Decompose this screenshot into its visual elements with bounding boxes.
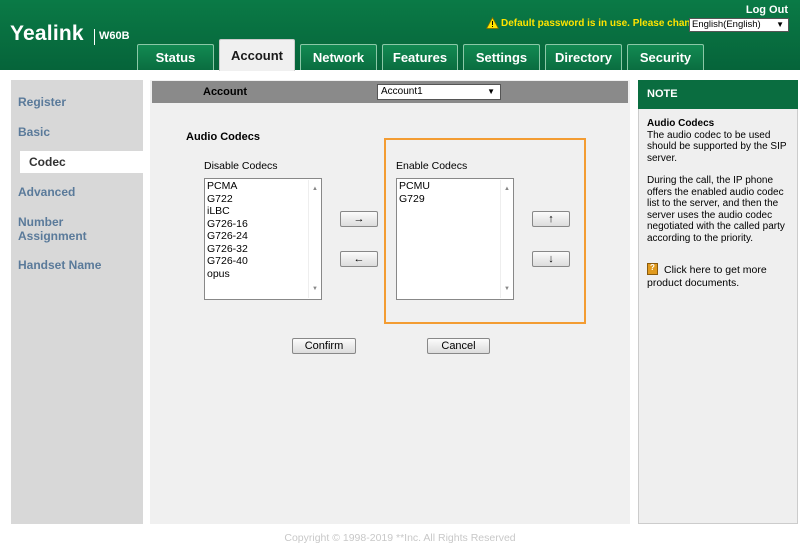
move-right-button[interactable]: → bbox=[340, 211, 378, 227]
list-item[interactable]: PCMA bbox=[207, 180, 321, 193]
list-item[interactable]: G722 bbox=[207, 193, 321, 206]
sidebar-item-basic[interactable]: Basic bbox=[18, 125, 50, 139]
tab-features[interactable]: Features bbox=[382, 44, 458, 70]
enabled-codecs-list[interactable]: PCMU G729 ▲ ▼ bbox=[396, 178, 514, 300]
move-down-button[interactable]: ↓ bbox=[532, 251, 570, 267]
note-title: Audio Codecs bbox=[647, 118, 715, 129]
disable-codecs-title: Disable Codecs bbox=[204, 160, 278, 172]
sidebar-item-register[interactable]: Register bbox=[18, 95, 66, 109]
copyright-footer: Copyright © 1998-2019 **Inc. All Rights … bbox=[284, 532, 516, 544]
list-item[interactable]: G729 bbox=[399, 193, 513, 206]
disabled-codecs-list[interactable]: PCMA G722 iLBC G726-16 G726-24 G726-32 G726-40… bbox=[204, 178, 322, 300]
note-paragraph-2: During the call, the IP phone offers the… bbox=[647, 175, 785, 244]
logo-divider bbox=[94, 29, 95, 45]
tab-directory[interactable]: Directory bbox=[545, 44, 622, 70]
language-select[interactable]: English(English) ▼ bbox=[689, 18, 789, 32]
move-up-button[interactable]: ↑ bbox=[532, 211, 570, 227]
move-left-button[interactable]: ← bbox=[340, 251, 378, 267]
warning-icon bbox=[486, 17, 499, 29]
scroll-up-icon[interactable]: ▲ bbox=[312, 183, 318, 196]
model-label: W60B bbox=[99, 30, 130, 42]
chevron-down-icon: ▼ bbox=[487, 87, 495, 96]
list-item[interactable]: iLBC bbox=[207, 205, 321, 218]
account-select-value: Account1 bbox=[381, 86, 423, 97]
help-document-icon bbox=[647, 262, 658, 275]
list-scrollbar[interactable]: ▲ ▼ bbox=[308, 180, 320, 298]
tab-settings[interactable]: Settings bbox=[463, 44, 540, 70]
list-item[interactable]: opus bbox=[207, 268, 321, 281]
note-header: NOTE bbox=[638, 80, 798, 109]
tab-status[interactable]: Status bbox=[137, 44, 214, 70]
list-item[interactable]: G726-16 bbox=[207, 218, 321, 231]
product-documents-text: Click here to get more product documents… bbox=[647, 264, 767, 289]
scroll-down-icon[interactable]: ▼ bbox=[312, 283, 318, 296]
account-label: Account bbox=[203, 86, 247, 98]
account-select[interactable]: Account1 ▼ bbox=[377, 84, 501, 100]
chevron-down-icon: ▼ bbox=[776, 20, 784, 29]
list-item[interactable]: G726-32 bbox=[207, 243, 321, 256]
tab-network[interactable]: Network bbox=[300, 44, 377, 70]
confirm-button[interactable]: Confirm bbox=[292, 338, 356, 354]
list-scrollbar[interactable]: ▲ ▼ bbox=[500, 180, 512, 298]
note-paragraph-1: The audio codec to be used should be sup… bbox=[647, 129, 787, 164]
note-body: Audio Codecs The audio codec to be used … bbox=[647, 118, 792, 244]
list-item[interactable]: G726-40 bbox=[207, 255, 321, 268]
tab-security[interactable]: Security bbox=[627, 44, 704, 70]
scroll-up-icon[interactable]: ▲ bbox=[504, 183, 510, 196]
cancel-button[interactable]: Cancel bbox=[427, 338, 490, 354]
sidebar-item-handset-name[interactable]: Handset Name bbox=[18, 258, 101, 272]
sidebar-item-advanced[interactable]: Advanced bbox=[18, 185, 75, 199]
sidebar-item-codec[interactable]: Codec bbox=[29, 155, 66, 169]
language-value: English(English) bbox=[692, 19, 761, 30]
sidebar-item-number-assignment[interactable]: Number Assignment bbox=[18, 215, 108, 243]
warning-text: Default password is in use. Please chang… bbox=[501, 17, 706, 29]
list-item[interactable]: PCMU bbox=[399, 180, 513, 193]
logout-link[interactable]: Log Out bbox=[746, 4, 788, 16]
audio-codecs-title: Audio Codecs bbox=[186, 131, 260, 143]
yealink-logo: Yealink bbox=[10, 22, 84, 45]
tab-account[interactable]: Account bbox=[219, 39, 295, 71]
list-item[interactable]: G726-24 bbox=[207, 230, 321, 243]
default-password-warning[interactable]: Default password is in use. Please chang… bbox=[486, 17, 706, 29]
scroll-down-icon[interactable]: ▼ bbox=[504, 283, 510, 296]
enable-codecs-title: Enable Codecs bbox=[396, 160, 468, 172]
product-documents-link[interactable]: Click here to get more product documents… bbox=[647, 262, 787, 289]
left-sidebar bbox=[11, 80, 143, 524]
